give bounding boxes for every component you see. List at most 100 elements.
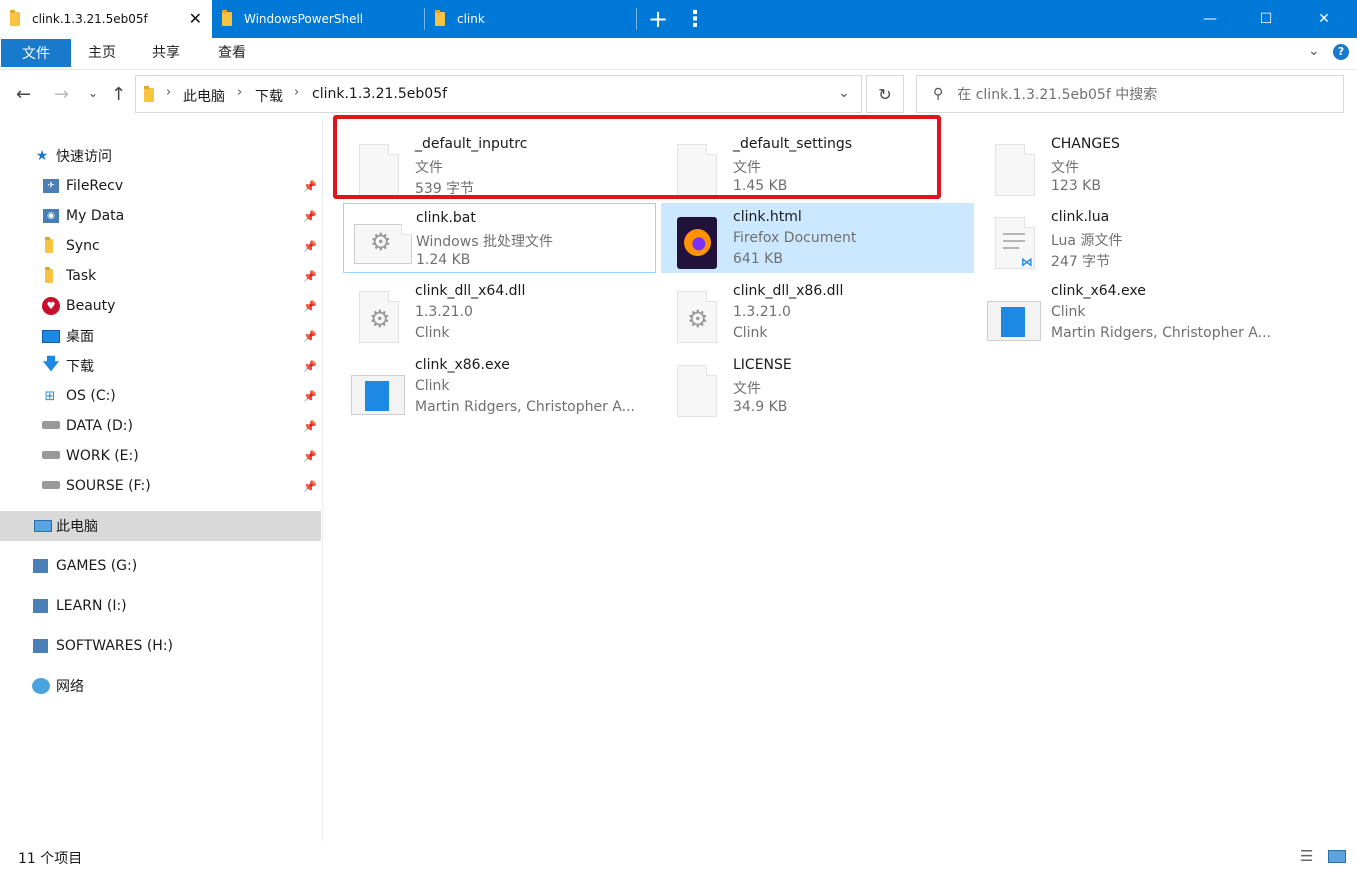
file-size: 1.24 KB [416, 252, 471, 268]
sidebar-item-softwares-h[interactable]: SOFTWARES (H:) [0, 631, 321, 661]
filerecv-folder-icon: ✈ [43, 179, 59, 193]
gear-document-icon: ⚙ [355, 287, 405, 343]
file-item[interactable]: ⚙ clink_dll_x64.dll 1.3.21.0 Clink [343, 277, 656, 347]
tab-clink[interactable]: clink [425, 0, 635, 38]
pin-icon[interactable]: 📌 [303, 330, 317, 343]
blank-document-icon [673, 361, 723, 417]
sidebar-item-filerecv[interactable]: ✈ FileRecv 📌 [0, 171, 321, 201]
sidebar-item-data-d[interactable]: DATA (D:) 📌 [0, 411, 321, 441]
details-view-icon[interactable]: ☰ [1300, 847, 1313, 865]
sidebar-item-beauty[interactable]: ♥ Beauty 📌 [0, 291, 321, 321]
file-description: Clink [733, 325, 768, 341]
maximize-button[interactable]: ☐ [1243, 0, 1289, 38]
drive-icon [33, 599, 48, 613]
sidebar-item-downloads[interactable]: 🡇 下载 📌 [0, 351, 321, 381]
breadcrumb-chevron-icon[interactable]: › [166, 85, 171, 100]
large-icons-view-icon[interactable] [1328, 850, 1346, 863]
file-name: clink_x86.exe [415, 357, 510, 373]
file-item[interactable]: clink_x64.exe Clink Martin Ridgers, Chri… [979, 277, 1292, 347]
more-options-button[interactable]: ⋮ [672, 0, 718, 38]
sidebar-item-desktop[interactable]: 桌面 📌 [0, 321, 321, 351]
sidebar-item-learn-i[interactable]: LEARN (I:) [0, 591, 321, 621]
ribbon-tab-share[interactable]: 共享 [152, 38, 180, 66]
sidebar-item-label: 桌面 [66, 329, 94, 345]
address-history-chevron-icon[interactable]: ⌄ [838, 85, 850, 101]
tab-close-icon[interactable]: ✕ [189, 9, 202, 28]
sidebar-item-label: GAMES (G:) [56, 558, 138, 574]
file-description: Clink [415, 378, 450, 394]
sidebar-item-my-data[interactable]: ◉ My Data 📌 [0, 201, 321, 231]
sidebar-item-label: 网络 [56, 679, 84, 695]
sidebar-item-label: WORK (E:) [66, 448, 139, 464]
pin-icon[interactable]: 📌 [303, 270, 317, 283]
tab-label: clink.1.3.21.5eb05f [32, 12, 148, 26]
drive-icon [33, 639, 48, 653]
ribbon-tab-view[interactable]: 查看 [218, 38, 246, 66]
sidebar-item-sync[interactable]: Sync 📌 [0, 231, 321, 261]
refresh-button[interactable]: ↻ [866, 75, 904, 113]
mydata-folder-icon: ◉ [43, 209, 59, 223]
search-placeholder: 在 clink.1.3.21.5eb05f 中搜索 [957, 87, 1158, 103]
file-name: clink_dll_x86.dll [733, 283, 844, 299]
gear-document-icon: ⚙ [354, 214, 412, 270]
sidebar-item-label: FileRecv [66, 178, 124, 194]
tab-clink-folder[interactable]: clink.1.3.21.5eb05f ✕ [0, 0, 212, 38]
forward-arrow-icon[interactable]: → [54, 84, 69, 105]
sidebar-quick-access[interactable]: ★ 快速访问 [0, 141, 321, 171]
breadcrumb-downloads[interactable]: 下载 [255, 86, 283, 106]
close-window-button[interactable]: ✕ [1301, 0, 1347, 38]
file-item[interactable]: ⋈ clink.lua Lua 源文件 247 字节 [979, 203, 1292, 273]
pin-icon[interactable]: 📌 [303, 180, 317, 193]
breadcrumb-chevron-icon[interactable]: › [237, 85, 242, 100]
pin-icon[interactable]: 📌 [303, 420, 317, 433]
file-name: CHANGES [1051, 136, 1120, 152]
breadcrumb-this-pc[interactable]: 此电脑 [183, 86, 225, 106]
sidebar-item-label: LEARN (I:) [56, 598, 127, 614]
sidebar-item-label: My Data [66, 208, 125, 224]
sidebar-item-work-e[interactable]: WORK (E:) 📌 [0, 441, 321, 471]
sidebar-item-network[interactable]: 网络 [0, 671, 321, 701]
ribbon-tab-file[interactable]: 文件 [1, 39, 71, 67]
sidebar-item-sourse-f[interactable]: SOURSE (F:) 📌 [0, 471, 321, 501]
search-box[interactable]: ⚲ 在 clink.1.3.21.5eb05f 中搜索 [916, 75, 1344, 113]
pin-icon[interactable]: 📌 [303, 390, 317, 403]
back-arrow-icon[interactable]: ← [16, 84, 31, 105]
breadcrumb-current-folder[interactable]: clink.1.3.21.5eb05f [312, 86, 447, 102]
address-bar[interactable]: › 此电脑 › 下载 › clink.1.3.21.5eb05f ⌄ [135, 75, 862, 113]
pin-icon[interactable]: 📌 [303, 300, 317, 313]
sidebar-item-task[interactable]: Task 📌 [0, 261, 321, 291]
file-item[interactable]: clink.html Firefox Document 641 KB [661, 203, 974, 273]
blank-document-icon [991, 140, 1041, 196]
recent-locations-chevron-icon[interactable]: ⌄ [88, 86, 98, 100]
drive-icon [42, 481, 60, 489]
breadcrumb-chevron-icon[interactable]: › [294, 85, 299, 100]
tab-windowspowershell[interactable]: WindowsPowerShell [212, 0, 424, 38]
sidebar-item-games-g[interactable]: GAMES (G:) [0, 551, 321, 581]
file-item[interactable]: clink_x86.exe Clink Martin Ridgers, Chri… [343, 351, 656, 421]
computer-icon [34, 520, 52, 532]
pin-icon[interactable]: 📌 [303, 240, 317, 253]
sidebar-item-label: Sync [66, 238, 100, 254]
file-item[interactable]: ⚙ clink.bat Windows 批处理文件 1.24 KB [343, 203, 656, 273]
pin-icon[interactable]: 📌 [303, 450, 317, 463]
pin-icon[interactable]: 📌 [303, 210, 317, 223]
file-item[interactable]: LICENSE 文件 34.9 KB [661, 351, 974, 421]
pin-icon[interactable]: 📌 [303, 480, 317, 493]
drive-icon [42, 421, 60, 429]
ribbon-expand-chevron-icon[interactable]: ⌄ [1308, 43, 1320, 59]
help-icon[interactable]: ? [1333, 44, 1349, 60]
file-item[interactable]: ⚙ clink_dll_x86.dll 1.3.21.0 Clink [661, 277, 974, 347]
sidebar-item-this-pc[interactable]: 此电脑 [0, 511, 321, 541]
exe-window-icon [987, 287, 1041, 343]
sidebar-item-os-c[interactable]: ⊞ OS (C:) 📌 [0, 381, 321, 411]
pin-icon[interactable]: 📌 [303, 360, 317, 373]
star-icon: ★ [35, 148, 49, 164]
sidebar-item-label: 快速访问 [56, 149, 112, 165]
drive-icon [33, 559, 48, 573]
minimize-button[interactable]: — [1187, 0, 1233, 38]
file-item[interactable]: CHANGES 文件 123 KB [979, 130, 1292, 200]
sidebar-item-label: 下载 [66, 359, 94, 375]
up-arrow-icon[interactable]: ↑ [111, 84, 126, 105]
ribbon-tab-home[interactable]: 主页 [88, 38, 116, 66]
sidebar-item-label: 此电脑 [56, 519, 98, 535]
